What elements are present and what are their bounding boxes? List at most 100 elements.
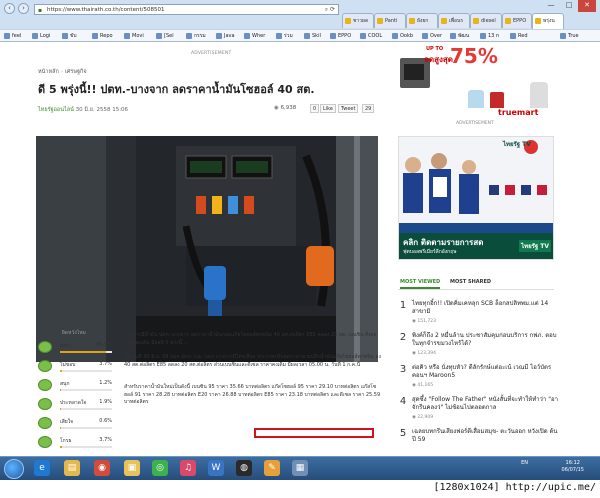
- itunes-icon[interactable]: ♫: [180, 460, 196, 476]
- favorite-label: True: [568, 33, 579, 39]
- maximize-button[interactable]: □: [560, 0, 578, 12]
- breadcrumb-separator: ›: [60, 69, 64, 75]
- channel-logo: ไทยรัฐ TV: [503, 141, 531, 148]
- paint-icon[interactable]: ✎: [264, 460, 280, 476]
- favorite-label: feel: [12, 33, 22, 39]
- favorite-item[interactable]: Movi: [124, 31, 144, 41]
- chrome-icon[interactable]: ◉: [94, 460, 110, 476]
- tab-2[interactable]: Panti: [374, 13, 406, 28]
- favorite-icon: [32, 33, 38, 39]
- tweet-button[interactable]: Tweet: [338, 104, 359, 113]
- favorite-label: Movi: [132, 33, 144, 39]
- favorite-item[interactable]: ขับ: [62, 31, 77, 41]
- favorite-item[interactable]: EPPO: [330, 31, 351, 41]
- address-bar[interactable]: ▪ https://www.thairath.co.th/content/508…: [34, 4, 339, 15]
- rank-number: 4: [399, 396, 407, 407]
- headline-link[interactable]: สุดซึ้ง "Follow The Father" หนังสั้นที่จ…: [412, 396, 558, 412]
- poll-bar-fill: [60, 389, 61, 391]
- favorite-item[interactable]: COOL: [360, 31, 382, 41]
- poll-row[interactable]: เสียใจ 0.6%: [38, 417, 114, 433]
- headline-link[interactable]: ไทยทุกอิ้ก!! เปิดคิ่มเคหลุก SCB ล็อกสปลิ…: [412, 300, 558, 316]
- favorite-icon: [480, 33, 486, 39]
- address-tools-icon[interactable]: ⌕ ⟳: [325, 5, 335, 14]
- system-clock[interactable]: 16:12 06/07/15: [562, 460, 584, 474]
- most-viewed-item[interactable]: 1 ไทยทุกอิ้ก!! เปิดคิ่มเคหลุก SCB ล็อกสป…: [398, 300, 558, 330]
- author-link[interactable]: ไทยรัฐออนไลน์: [38, 107, 74, 113]
- tab-most-viewed[interactable]: MOST VIEWED: [400, 279, 441, 289]
- tab-4[interactable]: เพื่อนร: [438, 13, 470, 28]
- language-indicator[interactable]: EN: [521, 460, 528, 466]
- rank-number: 5: [399, 428, 407, 439]
- tab-1[interactable]: ชาวผด: [342, 13, 374, 28]
- most-viewed-item[interactable]: 2 พิงค์ก็ถึง 2 หมื่นล้าน ประชาสัมคุมก่อน…: [398, 332, 558, 362]
- line-icon[interactable]: ◎: [152, 460, 168, 476]
- poll-row[interactable]: ไม่ชอบ 3.7%: [38, 360, 114, 376]
- clock-date: 06/07/15: [561, 467, 584, 473]
- back-icon[interactable]: ‹: [4, 3, 15, 14]
- start-button[interactable]: [4, 459, 24, 479]
- favorite-item[interactable]: Ookb: [392, 31, 413, 41]
- tab-3[interactable]: ยังยก: [406, 13, 438, 28]
- tab-label: ยังยก: [417, 18, 429, 24]
- favorites-bar: feel Logi ขับ Repo Movi [Sel กรรม Java W…: [0, 29, 600, 41]
- tab-most-shared[interactable]: MOST SHARED: [450, 279, 491, 285]
- favorite-item[interactable]: Repo: [92, 31, 113, 41]
- poll-row[interactable]: โกรธ 3.7%: [38, 436, 114, 452]
- headline-link[interactable]: เฉลยบทกรีนเสียงฟอร์ดีเสื่อมสมุข- ตะวันออ…: [412, 428, 558, 444]
- favorite-label: กรรม: [194, 33, 206, 39]
- favorite-item[interactable]: Skil: [304, 31, 321, 41]
- thairath-tv-ad[interactable]: ไทยรัฐ TV คลิก ติดตามรายการสด ฟุตบอลพรีเ…: [398, 136, 554, 260]
- favorite-icon: [276, 33, 282, 39]
- most-viewed-item[interactable]: 4 สุดซึ้ง "Follow The Father" หนังสั้นที…: [398, 396, 558, 426]
- headline-link[interactable]: พิงค์ก็ถึง 2 หมื่นล้าน ประชาสัมคุมก่อนบร…: [412, 332, 558, 348]
- poll-row[interactable]: สนุก 1.2%: [38, 379, 114, 395]
- most-viewed-item[interactable]: 5 เฉลยบทกรีนเสียงฟอร์ดีเสื่อมสมุข- ตะวัน…: [398, 428, 558, 458]
- ie-icon[interactable]: e: [34, 460, 50, 476]
- breadcrumb-section[interactable]: เศรษฐกิจ: [65, 69, 87, 75]
- tab-6[interactable]: EPPO: [502, 13, 532, 28]
- comment-count[interactable]: 29: [362, 104, 375, 113]
- item-views: ◉ 22,909: [412, 415, 433, 420]
- favorite-item[interactable]: Red: [510, 31, 528, 41]
- favorite-item[interactable]: พัฒน: [450, 31, 469, 41]
- forward-icon[interactable]: ›: [18, 3, 29, 14]
- headline-link[interactable]: ต่อคิว หรือ นั่งทุบหัว? ดีลักรักษ์แต่อะเ…: [412, 364, 558, 380]
- favorite-item[interactable]: True: [560, 31, 579, 41]
- folder-icon[interactable]: ▣: [124, 460, 140, 476]
- favorite-item[interactable]: ร่วม: [276, 31, 293, 41]
- poll-row[interactable]: ชอบ 88.6%: [38, 341, 114, 357]
- tab-active[interactable]: พรุ่งน: [532, 13, 564, 29]
- media-icon[interactable]: ◍: [236, 460, 252, 476]
- popular-tabs: MOST VIEWED MOST SHARED: [398, 278, 554, 290]
- tab-favicon-icon: [535, 18, 541, 24]
- poll-row[interactable]: ประหลาดใจ 1.9%: [38, 398, 114, 414]
- like-button[interactable]: Like: [320, 104, 336, 113]
- favorite-label: COOL: [368, 33, 383, 39]
- tab-5[interactable]: diesel: [470, 13, 502, 28]
- angry-icon: [38, 436, 52, 448]
- favorite-item[interactable]: Over: [422, 31, 442, 41]
- favorite-label: Java: [224, 33, 235, 39]
- article-column: ADVERTISEMENT หน้าหลัก › เศรษฐกิจ ดี 5 พรุ…: [36, 42, 384, 456]
- close-button[interactable]: ✕: [578, 0, 596, 12]
- favorite-item[interactable]: Logi: [32, 31, 50, 41]
- app-icon[interactable]: ▦: [292, 460, 308, 476]
- truemart-ad[interactable]: UP TO ลดสูงสุด 75% truemart: [398, 42, 558, 120]
- breadcrumb-home[interactable]: หน้าหลัก: [38, 69, 59, 75]
- favorite-item[interactable]: 13 n: [480, 31, 499, 41]
- favorite-item[interactable]: [Sel: [156, 31, 174, 41]
- browser-chrome: ‹ › ▪ https://www.thairath.co.th/content…: [0, 0, 600, 42]
- football-ad-graphic: [399, 137, 553, 233]
- favorite-item[interactable]: กรรม: [186, 31, 206, 41]
- favorite-icon: [124, 33, 130, 39]
- word-icon[interactable]: W: [208, 460, 224, 476]
- most-viewed-item[interactable]: 3 ต่อคิว หรือ นั่งทุบหัว? ดีลักรักษ์แต่อ…: [398, 364, 558, 394]
- truemart-logo: truemart: [498, 108, 539, 117]
- minimize-button[interactable]: —: [542, 0, 560, 12]
- explorer-icon[interactable]: ▤: [64, 460, 80, 476]
- tab-favicon-icon: [473, 18, 479, 24]
- favorite-item[interactable]: Wher: [244, 31, 265, 41]
- favorite-item[interactable]: Java: [216, 31, 235, 41]
- favorite-item[interactable]: feel: [4, 31, 21, 41]
- watermark-bar: [1280x1024] http://upic.me/: [0, 480, 600, 498]
